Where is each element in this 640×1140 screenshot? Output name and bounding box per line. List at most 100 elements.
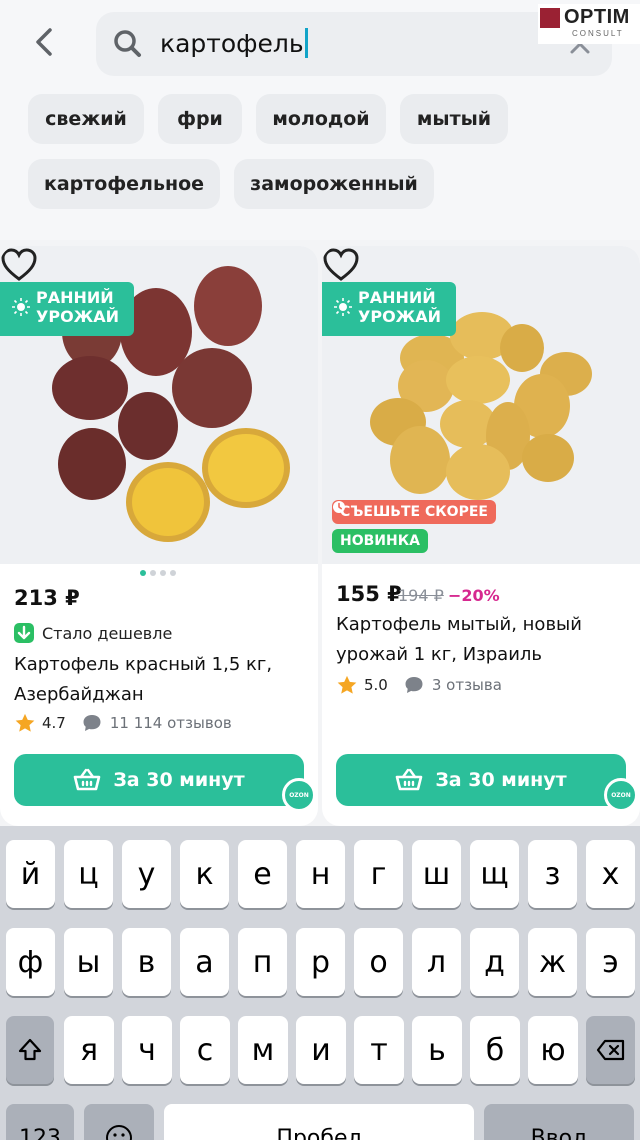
new-badge: НОВИНКА — [332, 529, 429, 553]
eat-soon-badge: СЪЕШЬТЕ СКОРЕЕ — [332, 500, 496, 524]
sun-icon — [12, 298, 30, 316]
comment-icon — [405, 677, 423, 693]
product-price: 155 ₽ — [336, 582, 402, 606]
add-to-cart-button[interactable]: За 30 минут — [14, 754, 304, 806]
text-caret — [304, 28, 308, 58]
key[interactable]: ю — [528, 1016, 578, 1084]
badge-line: РАННИЙ — [358, 288, 436, 307]
rating-value: 4.7 — [42, 714, 66, 732]
shift-icon — [18, 1038, 42, 1061]
basket-icon — [396, 768, 423, 791]
key[interactable]: ф — [6, 928, 55, 996]
key[interactable]: ш — [412, 840, 461, 908]
review-count[interactable]: 11 114 отзывов — [110, 714, 232, 732]
key[interactable]: э — [586, 928, 635, 996]
key[interactable]: х — [586, 840, 635, 908]
heart-icon[interactable] — [0, 246, 38, 284]
sun-icon — [334, 298, 352, 316]
discount-label: −20% — [448, 586, 500, 605]
product-rating: 5.0 3 отзыва — [336, 674, 502, 696]
key[interactable]: п — [238, 928, 287, 996]
key[interactable]: с — [180, 1016, 230, 1084]
key[interactable]: е — [238, 840, 287, 908]
early-harvest-badge: РАННИЙ УРОЖАЙ — [0, 282, 134, 336]
star-icon — [337, 675, 357, 694]
badge-line: РАННИЙ — [36, 288, 114, 307]
key[interactable]: ж — [528, 928, 577, 996]
back-arrow-icon[interactable] — [22, 20, 66, 64]
product-title[interactable]: Картофель мытый, новый урожай 1 кг, Изра… — [336, 610, 632, 670]
price-drop-text: Стало дешевле — [42, 623, 173, 643]
key[interactable]: щ — [470, 840, 519, 908]
product-title[interactable]: Картофель красный 1,5 кг, Азербайджан — [14, 650, 310, 710]
key[interactable]: г — [354, 840, 403, 908]
key[interactable]: н — [296, 840, 345, 908]
enter-key[interactable]: Ввод — [484, 1104, 634, 1140]
suggestion-chip[interactable]: замороженный — [234, 159, 434, 209]
rating-value: 5.0 — [364, 676, 388, 694]
suggestion-chip[interactable]: фри — [158, 94, 242, 144]
price-drop-label: Стало дешевле — [14, 622, 172, 644]
product-card[interactable]: РАННИЙ УРОЖАЙ СЪЕШЬТЕ СКОРЕЕ НОВИНКА 155… — [322, 246, 640, 826]
key[interactable]: й — [6, 840, 55, 908]
search-query[interactable]: картофель — [160, 28, 308, 60]
suggestion-chip[interactable]: мытый — [400, 94, 508, 144]
watermark-logo: OPTIM CONSULT — [538, 4, 640, 44]
gallery-dot — [160, 570, 166, 576]
comment-icon — [83, 715, 101, 731]
key[interactable]: м — [238, 1016, 288, 1084]
button-label: За 30 минут — [435, 769, 567, 791]
ozon-badge: OZON — [282, 778, 316, 812]
emoji-icon — [106, 1125, 132, 1140]
key[interactable]: ч — [122, 1016, 172, 1084]
key[interactable]: и — [296, 1016, 346, 1084]
key[interactable]: ц — [64, 840, 113, 908]
product-rating: 4.7 11 114 отзывов — [14, 712, 232, 734]
search-header: картофель OPTIM CONSULT свежий фри молод… — [0, 0, 640, 240]
logo-sub: CONSULT — [572, 29, 624, 38]
key[interactable]: р — [296, 928, 345, 996]
backspace-key[interactable] — [586, 1016, 635, 1084]
key[interactable]: з — [528, 840, 577, 908]
clock-icon — [333, 501, 345, 513]
key[interactable]: о — [354, 928, 403, 996]
suggestion-chip[interactable]: картофельное — [28, 159, 220, 209]
numbers-key[interactable]: 123 — [6, 1104, 74, 1140]
logo-brand: OPTIM — [564, 6, 630, 28]
add-to-cart-button[interactable]: За 30 минут — [336, 754, 626, 806]
logo-mark — [540, 8, 560, 28]
key[interactable]: у — [122, 840, 171, 908]
basket-icon — [74, 768, 101, 791]
key[interactable]: т — [354, 1016, 404, 1084]
key[interactable]: л — [412, 928, 461, 996]
search-query-text: картофель — [160, 29, 304, 58]
emoji-key[interactable] — [84, 1104, 154, 1140]
key[interactable]: ь — [412, 1016, 462, 1084]
shift-key[interactable] — [6, 1016, 54, 1084]
suggestion-chip[interactable]: молодой — [256, 94, 386, 144]
product-card[interactable]: РАННИЙ УРОЖАЙ 213 ₽ Стало дешевле Картоф… — [0, 246, 318, 826]
key[interactable]: в — [122, 928, 171, 996]
space-key[interactable]: Пробел — [164, 1104, 474, 1140]
gallery-dot — [140, 570, 146, 576]
product-photo[interactable]: РАННИЙ УРОЖАЙ СЪЕШЬТЕ СКОРЕЕ НОВИНКА — [322, 246, 640, 564]
key[interactable]: я — [64, 1016, 114, 1084]
suggestion-chip[interactable]: свежий — [28, 94, 144, 144]
heart-icon[interactable] — [322, 246, 360, 284]
key[interactable]: к — [180, 840, 229, 908]
key[interactable]: б — [470, 1016, 520, 1084]
review-count[interactable]: 3 отзыва — [432, 676, 502, 694]
old-price: 194 ₽ — [398, 586, 444, 605]
product-photo[interactable]: РАННИЙ УРОЖАЙ — [0, 246, 318, 576]
search-input[interactable]: картофель — [96, 12, 612, 76]
ozon-badge: OZON — [604, 778, 638, 812]
key[interactable]: ы — [64, 928, 113, 996]
badge-line: УРОЖАЙ — [358, 307, 442, 326]
gallery-dot — [150, 570, 156, 576]
early-harvest-badge: РАННИЙ УРОЖАЙ — [322, 282, 456, 336]
eat-soon-text: СЪЕШЬТЕ СКОРЕЕ — [340, 504, 488, 520]
gallery-dot — [170, 570, 176, 576]
onscreen-keyboard: й ц у к е н г ш щ з х ф ы в а п р о л д … — [0, 826, 640, 1140]
key[interactable]: д — [470, 928, 519, 996]
key[interactable]: а — [180, 928, 229, 996]
